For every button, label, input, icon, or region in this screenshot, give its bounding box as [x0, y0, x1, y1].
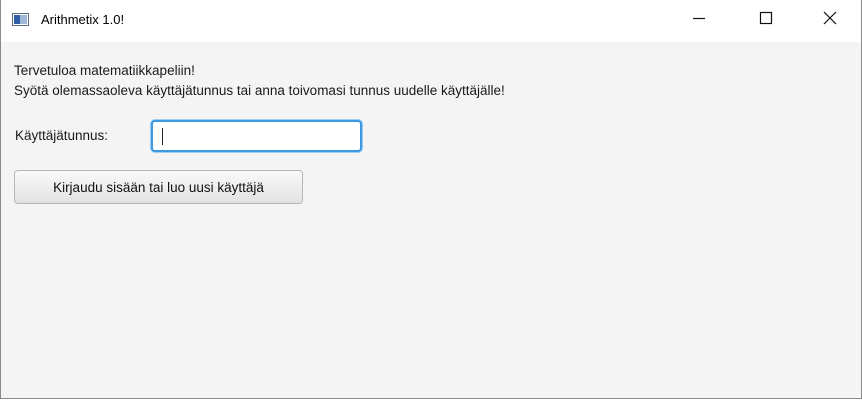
username-label: Käyttäjätunnus:: [15, 128, 109, 143]
window-title: Arithmetix 1.0!: [41, 12, 125, 27]
close-icon: [823, 11, 837, 30]
app-window: Arithmetix 1.0! Tervetuloa matematiikkap…: [0, 0, 862, 399]
maximize-button[interactable]: [743, 0, 789, 40]
username-input[interactable]: [151, 120, 362, 152]
title-bar[interactable]: Arithmetix 1.0!: [1, 0, 861, 42]
login-or-create-button[interactable]: Kirjaudu sisään tai luo uusi käyttäjä: [14, 170, 303, 204]
maximize-icon: [759, 11, 773, 30]
app-window-icon: [12, 13, 29, 26]
text-caret: [162, 128, 163, 145]
welcome-text: Tervetuloa matematiikkapeliin! Syötä ole…: [14, 61, 505, 101]
welcome-line-1: Tervetuloa matematiikkapeliin!: [14, 63, 195, 78]
main-content: Tervetuloa matematiikkapeliin! Syötä ole…: [1, 42, 861, 398]
minimize-icon: [692, 11, 706, 30]
welcome-line-2: Syötä olemassaoleva käyttäjätunnus tai a…: [14, 83, 505, 98]
close-button[interactable]: [807, 0, 853, 40]
minimize-button[interactable]: [676, 0, 722, 40]
